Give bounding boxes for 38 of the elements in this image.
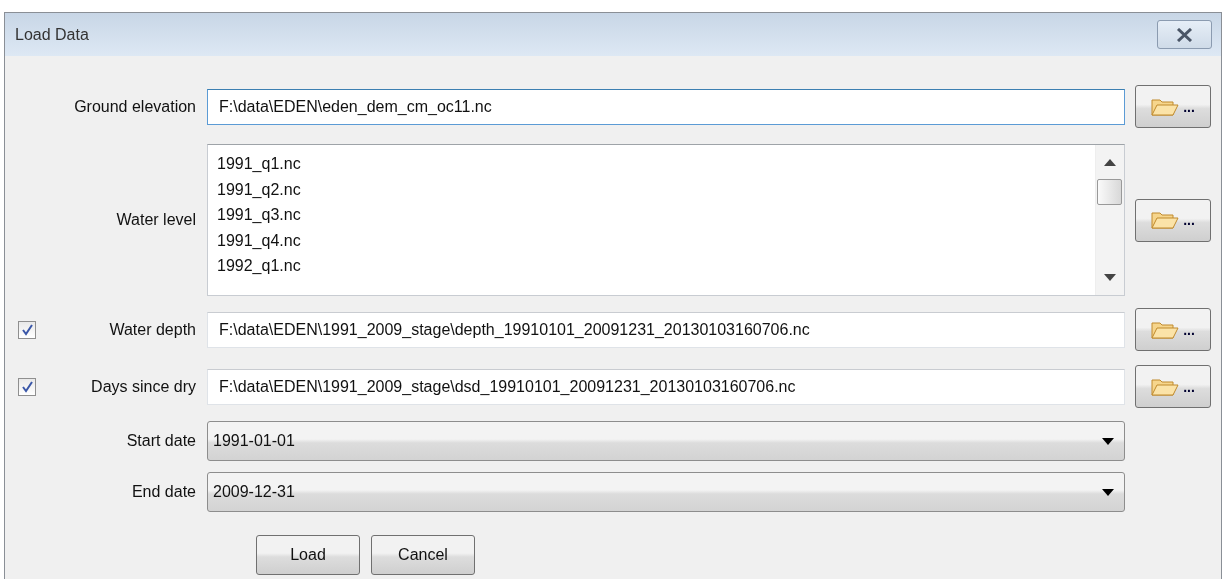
list-item[interactable]: 1991_q2.nc: [217, 176, 1095, 202]
path-field[interactable]: F:\data\EDEN\eden_dem_cm_oc11.nc: [207, 88, 1125, 125]
browse-button[interactable]: ...: [1135, 198, 1211, 242]
close-icon: [1176, 27, 1193, 42]
scroll-up-arrow-icon[interactable]: [1104, 159, 1116, 166]
path-field[interactable]: F:\data\EDEN\1991_2009_stage\dsd_19910101_20091231_20130103160706.nc: [207, 368, 1125, 405]
file-list[interactable]: 1991_q1.nc 1991_q2.nc 1991_q3.nc 1991_q4.nc 1992_q1.nc: [207, 144, 1125, 296]
field-label: End date: [131, 483, 196, 501]
folder-icon: [1151, 210, 1180, 230]
folder-icon: [1151, 376, 1180, 397]
folder-icon: [1151, 319, 1180, 340]
list-item[interactable]: 1991_q4.nc: [217, 227, 1095, 253]
browse-button[interactable]: ...: [1135, 365, 1211, 408]
load-button[interactable]: Load: [256, 535, 360, 575]
list-item[interactable]: 1992_q1.nc: [217, 253, 1095, 279]
browse-button[interactable]: ...: [1135, 85, 1211, 128]
folder-icon: [1151, 96, 1180, 117]
dropdown-arrow-icon: [1102, 437, 1114, 445]
field-label: Ground elevation: [74, 97, 196, 116]
field-label: Start date: [126, 432, 196, 450]
close-button[interactable]: [1157, 20, 1212, 49]
path-field[interactable]: F:\data\EDEN\1991_2009_stage\depth_19910101_20091231_20130103160706.nc: [207, 311, 1125, 348]
browse-button[interactable]: ...: [1135, 308, 1211, 351]
checkbox[interactable]: [18, 320, 36, 339]
scroll-down-arrow-icon[interactable]: [1104, 274, 1116, 281]
field-label: Water level: [116, 211, 196, 229]
list-item[interactable]: 1991_q3.nc: [217, 202, 1095, 228]
field-label: Days since dry: [91, 377, 196, 396]
scroll-thumb[interactable]: [1097, 179, 1122, 205]
date-dropdown[interactable]: 2009-12-31: [207, 472, 1125, 512]
window-title: Load Data: [15, 25, 89, 44]
field-label: Water depth: [109, 320, 196, 339]
scrollbar[interactable]: [1095, 145, 1124, 295]
checkbox[interactable]: [18, 377, 36, 396]
dropdown-arrow-icon: [1102, 488, 1114, 496]
list-item[interactable]: 1991_q1.nc: [217, 151, 1095, 177]
cancel-button[interactable]: Cancel: [371, 535, 475, 575]
date-dropdown[interactable]: 1991-01-01: [207, 421, 1125, 461]
